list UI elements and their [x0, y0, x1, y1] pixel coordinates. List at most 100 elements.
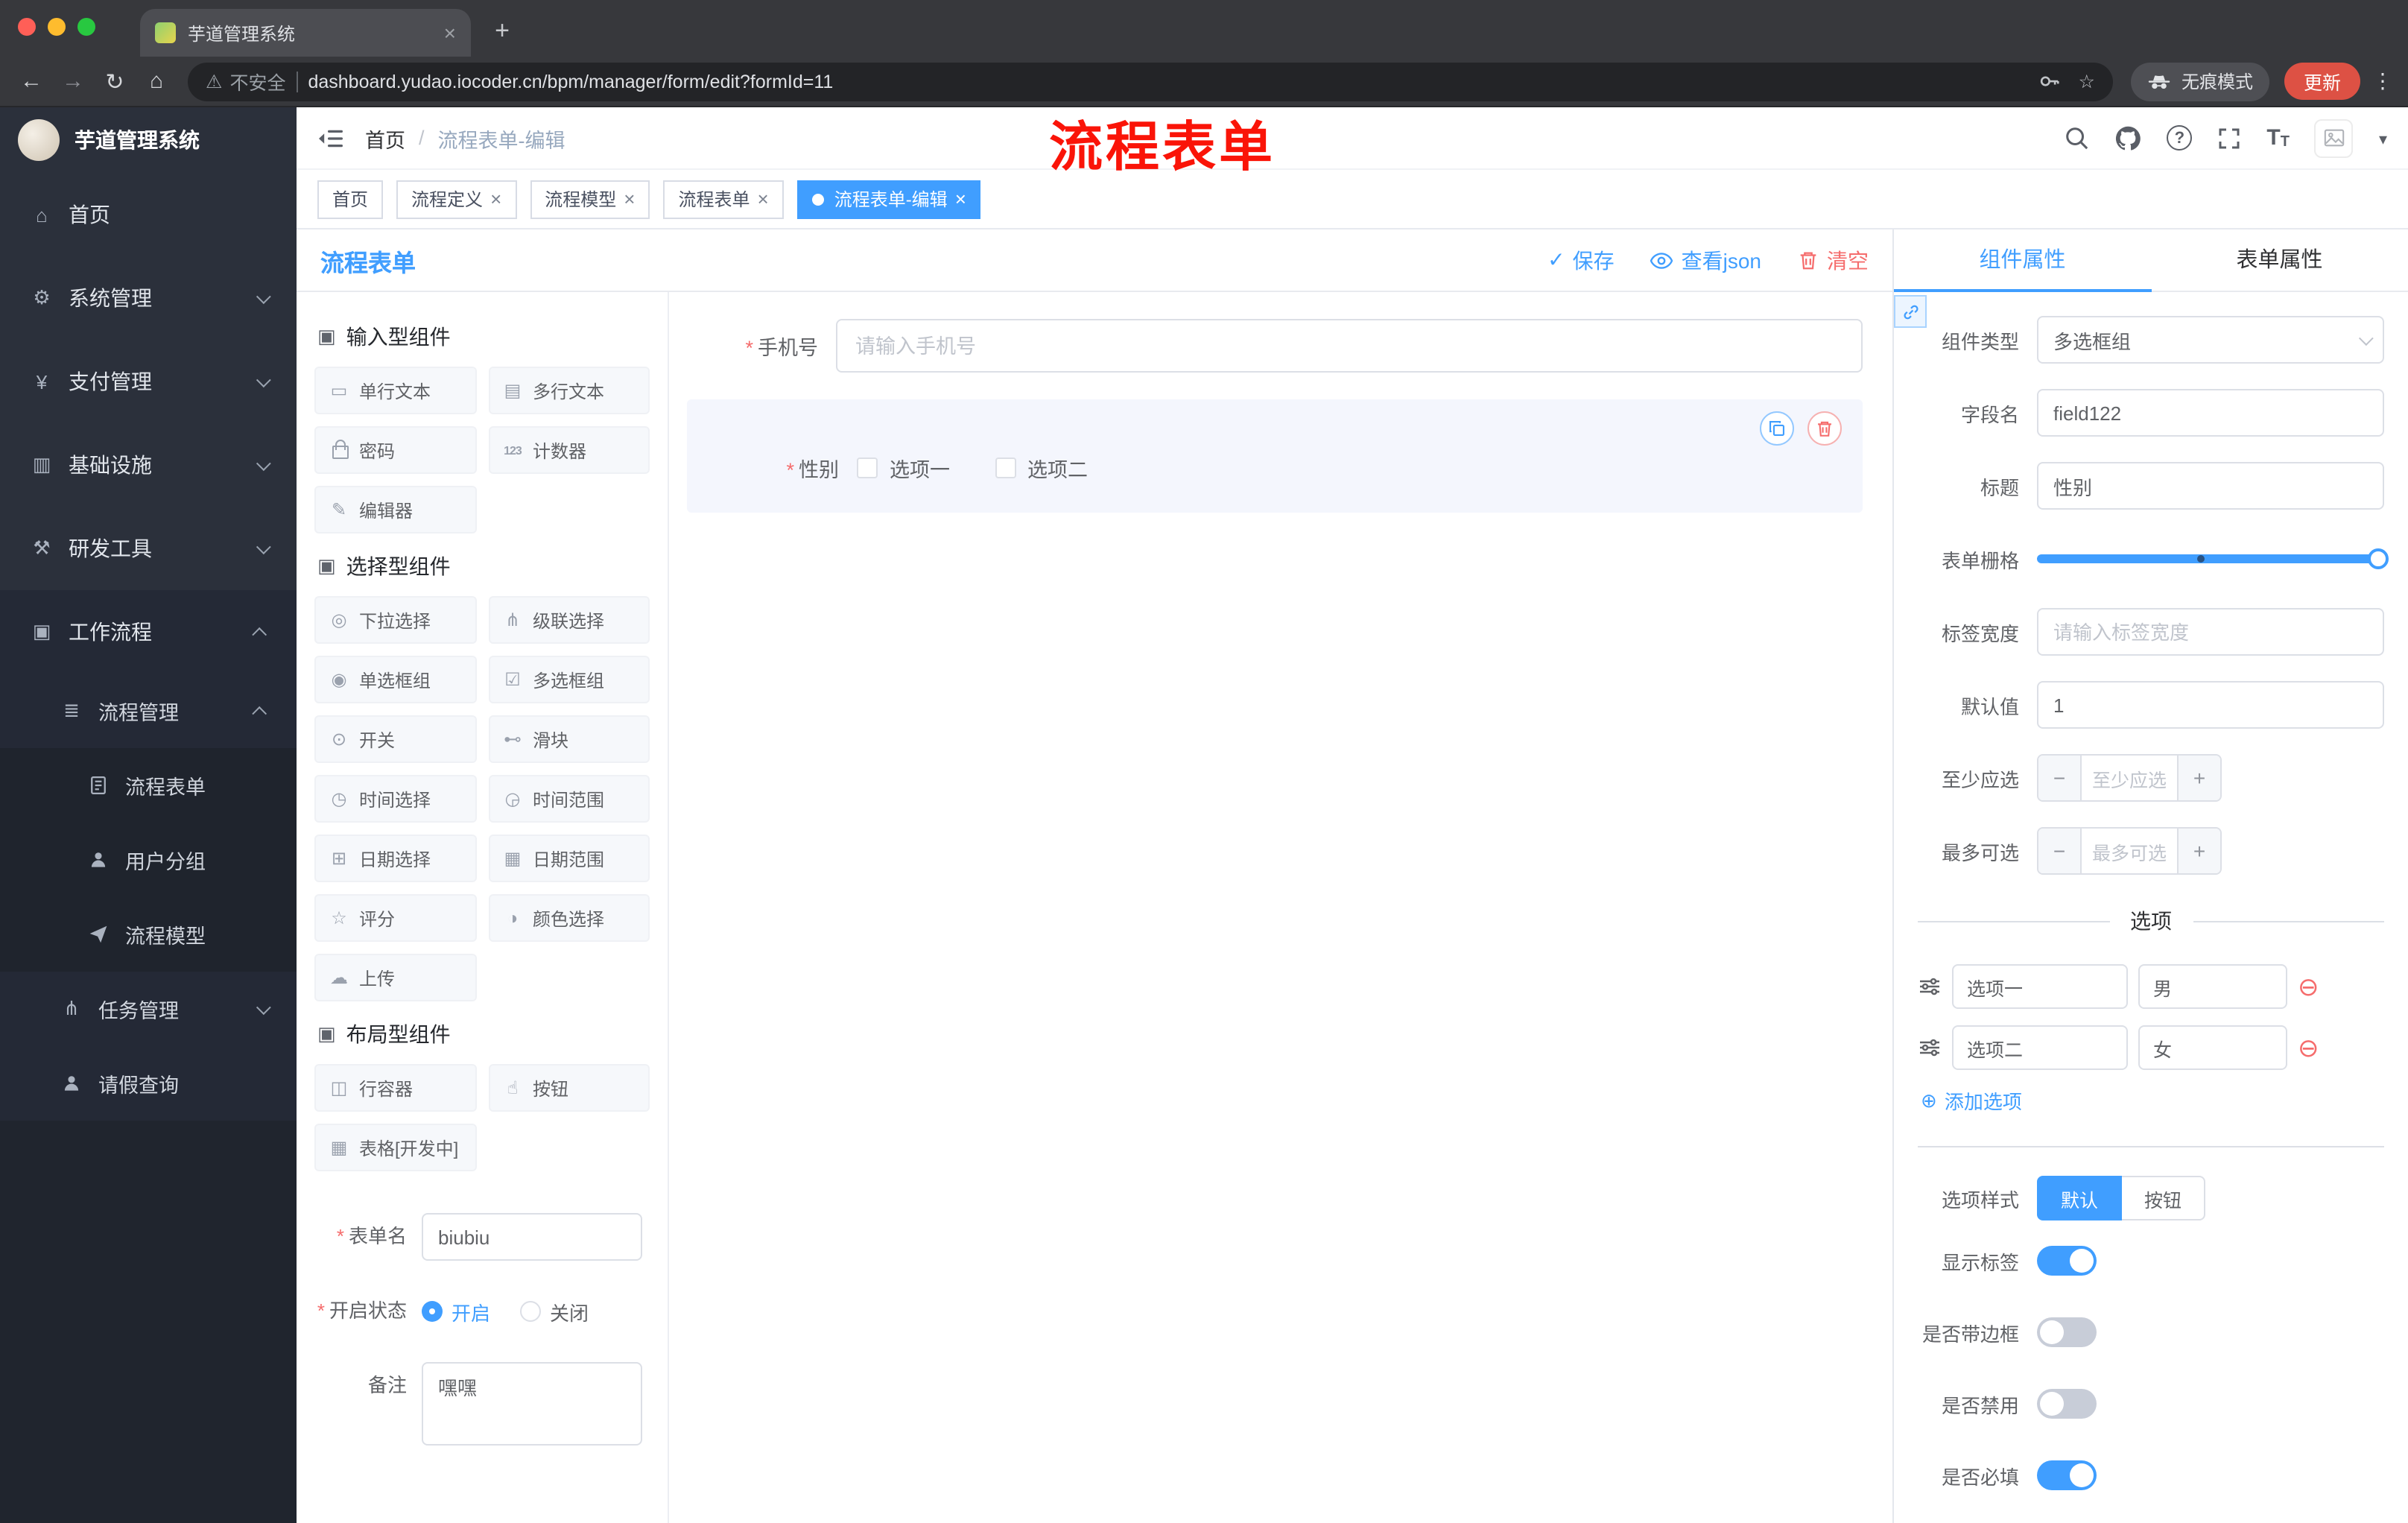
status-off-radio[interactable]: 关闭: [520, 1297, 589, 1326]
tag-process-definition[interactable]: 流程定义: [396, 180, 517, 218]
required-toggle[interactable]: [2037, 1460, 2097, 1490]
sidebar-item-process-mgmt[interactable]: ≣ 流程管理: [0, 674, 297, 748]
decrease-button[interactable]: −: [2038, 756, 2082, 800]
label-width-input[interactable]: [2037, 608, 2384, 656]
tag-close-icon[interactable]: [490, 189, 501, 209]
breadcrumb-home[interactable]: 首页: [365, 123, 405, 153]
palette-item-dropdown[interactable]: 下拉选择: [314, 596, 476, 644]
checkbox-unchecked-icon[interactable]: [857, 457, 878, 478]
sidebar-item-task-mgmt[interactable]: ⋔ 任务管理: [0, 972, 297, 1046]
tab-form-props[interactable]: 表单属性: [2151, 229, 2408, 291]
security-indicator[interactable]: 不安全: [206, 67, 285, 95]
help-icon[interactable]: [2167, 125, 2193, 151]
status-on-radio[interactable]: 开启: [422, 1297, 490, 1326]
tag-close-icon[interactable]: [758, 189, 769, 209]
drag-handle-icon[interactable]: [1918, 1036, 1942, 1060]
style-default-button[interactable]: 默认: [2037, 1176, 2123, 1220]
tab-close-icon[interactable]: [444, 21, 456, 45]
home-button[interactable]: ⌂: [137, 62, 176, 101]
save-button[interactable]: 保存: [1547, 245, 1615, 275]
default-value-input[interactable]: [2037, 681, 2384, 729]
max-select-placeholder[interactable]: 最多可选: [2082, 829, 2177, 873]
tab-component-props[interactable]: 组件属性: [1894, 229, 2151, 292]
update-button[interactable]: 更新: [2284, 63, 2360, 100]
palette-item-counter[interactable]: 计数器: [488, 426, 650, 474]
decrease-button[interactable]: −: [2038, 829, 2082, 873]
sidebar-item-home[interactable]: ⌂ 首页: [0, 173, 297, 256]
maximize-window-button[interactable]: [77, 17, 95, 35]
font-size-icon[interactable]: [2266, 125, 2290, 151]
sidebar-item-devtools[interactable]: ⚒ 研发工具: [0, 507, 297, 590]
component-type-select[interactable]: [2037, 316, 2384, 364]
browser-tab[interactable]: 芋道管理系统: [140, 9, 471, 57]
component-type-value[interactable]: [2037, 316, 2384, 364]
link-chip[interactable]: [1894, 295, 1927, 328]
sidebar-item-workflow[interactable]: ▣ 工作流程: [0, 590, 297, 674]
remark-textarea[interactable]: 嘿嘿: [422, 1362, 642, 1446]
remove-option-icon[interactable]: [2298, 974, 2319, 999]
avatar-dropdown-caret[interactable]: [2379, 127, 2387, 149]
github-icon[interactable]: [2114, 124, 2141, 151]
search-icon[interactable]: [2064, 125, 2089, 151]
avatar[interactable]: [2314, 118, 2354, 157]
forward-button[interactable]: →: [54, 62, 92, 101]
minimize-window-button[interactable]: [48, 17, 66, 35]
increase-button[interactable]: +: [2177, 829, 2220, 873]
phone-field-row[interactable]: 手机号: [687, 319, 1863, 373]
tag-process-form-edit[interactable]: 流程表单-编辑: [796, 180, 981, 218]
close-window-button[interactable]: [18, 17, 36, 35]
palette-item-button[interactable]: 按钮: [488, 1064, 650, 1112]
new-tab-button[interactable]: [483, 12, 522, 51]
sidebar-item-payment[interactable]: ¥ 支付管理: [0, 340, 297, 423]
tag-process-form[interactable]: 流程表单: [663, 180, 784, 218]
selected-widget-gender[interactable]: 性别 选项一 选项二: [687, 399, 1863, 513]
palette-item-date-picker[interactable]: 日期选择: [314, 835, 476, 882]
palette-item-editor[interactable]: 编辑器: [314, 486, 476, 533]
disabled-toggle[interactable]: [2037, 1389, 2097, 1419]
option1-label-input[interactable]: [1952, 964, 2128, 1009]
sidebar-item-infra[interactable]: ▥ 基础设施: [0, 423, 297, 507]
phone-input[interactable]: [836, 319, 1863, 373]
delete-widget-button[interactable]: [1807, 411, 1842, 446]
view-json-button[interactable]: 查看json: [1650, 245, 1761, 275]
tag-close-icon[interactable]: [624, 189, 635, 209]
form-name-input[interactable]: [422, 1213, 642, 1261]
grid-slider[interactable]: [2037, 548, 2389, 569]
bookmark-star-icon[interactable]: [2079, 70, 2095, 92]
back-button[interactable]: ←: [12, 62, 51, 101]
tag-process-model[interactable]: 流程模型: [530, 180, 650, 218]
palette-item-multi-line-text[interactable]: 多行文本: [488, 367, 650, 414]
slider-handle[interactable]: [2368, 548, 2389, 569]
palette-item-checkbox-group[interactable]: 多选框组: [488, 656, 650, 703]
palette-item-table[interactable]: 表格[开发中]: [314, 1124, 476, 1171]
palette-item-single-line-text[interactable]: 单行文本: [314, 367, 476, 414]
sidebar-logo[interactable]: 芋道管理系统: [0, 107, 297, 173]
copy-widget-button[interactable]: [1760, 411, 1794, 446]
add-option-button[interactable]: 添加选项: [1921, 1086, 2384, 1115]
palette-item-time-picker[interactable]: 时间选择: [314, 775, 476, 823]
field-name-input[interactable]: [2037, 389, 2384, 437]
palette-item-switch[interactable]: 开关: [314, 715, 476, 763]
increase-button[interactable]: +: [2177, 756, 2220, 800]
key-icon[interactable]: [2038, 70, 2061, 92]
address-bar[interactable]: 不安全 dashboard.yudao.iocoder.cn/bpm/manag…: [188, 62, 2113, 101]
drag-handle-icon[interactable]: [1918, 975, 1942, 998]
clear-button[interactable]: 清空: [1797, 245, 1869, 275]
gender-option-2[interactable]: 选项二: [995, 453, 1088, 483]
border-toggle[interactable]: [2037, 1317, 2097, 1347]
palette-item-date-range[interactable]: 日期范围: [488, 835, 650, 882]
show-label-toggle[interactable]: [2037, 1246, 2097, 1276]
tag-close-icon[interactable]: [955, 189, 966, 209]
browser-menu-icon[interactable]: [2372, 69, 2393, 94]
gender-option-1[interactable]: 选项一: [857, 453, 950, 483]
palette-item-color-picker[interactable]: 颜色选择: [488, 894, 650, 942]
sidebar-item-process-model[interactable]: 流程模型: [0, 897, 297, 972]
palette-item-radio-group[interactable]: 单选框组: [314, 656, 476, 703]
option2-label-input[interactable]: [1952, 1025, 2128, 1070]
option2-value-input[interactable]: [2138, 1025, 2287, 1070]
tag-home[interactable]: 首页: [317, 180, 384, 218]
remove-option-icon[interactable]: [2298, 1035, 2319, 1060]
fullscreen-icon[interactable]: [2217, 126, 2241, 150]
palette-item-time-range[interactable]: 时间范围: [488, 775, 650, 823]
palette-item-upload[interactable]: 上传: [314, 954, 476, 1001]
